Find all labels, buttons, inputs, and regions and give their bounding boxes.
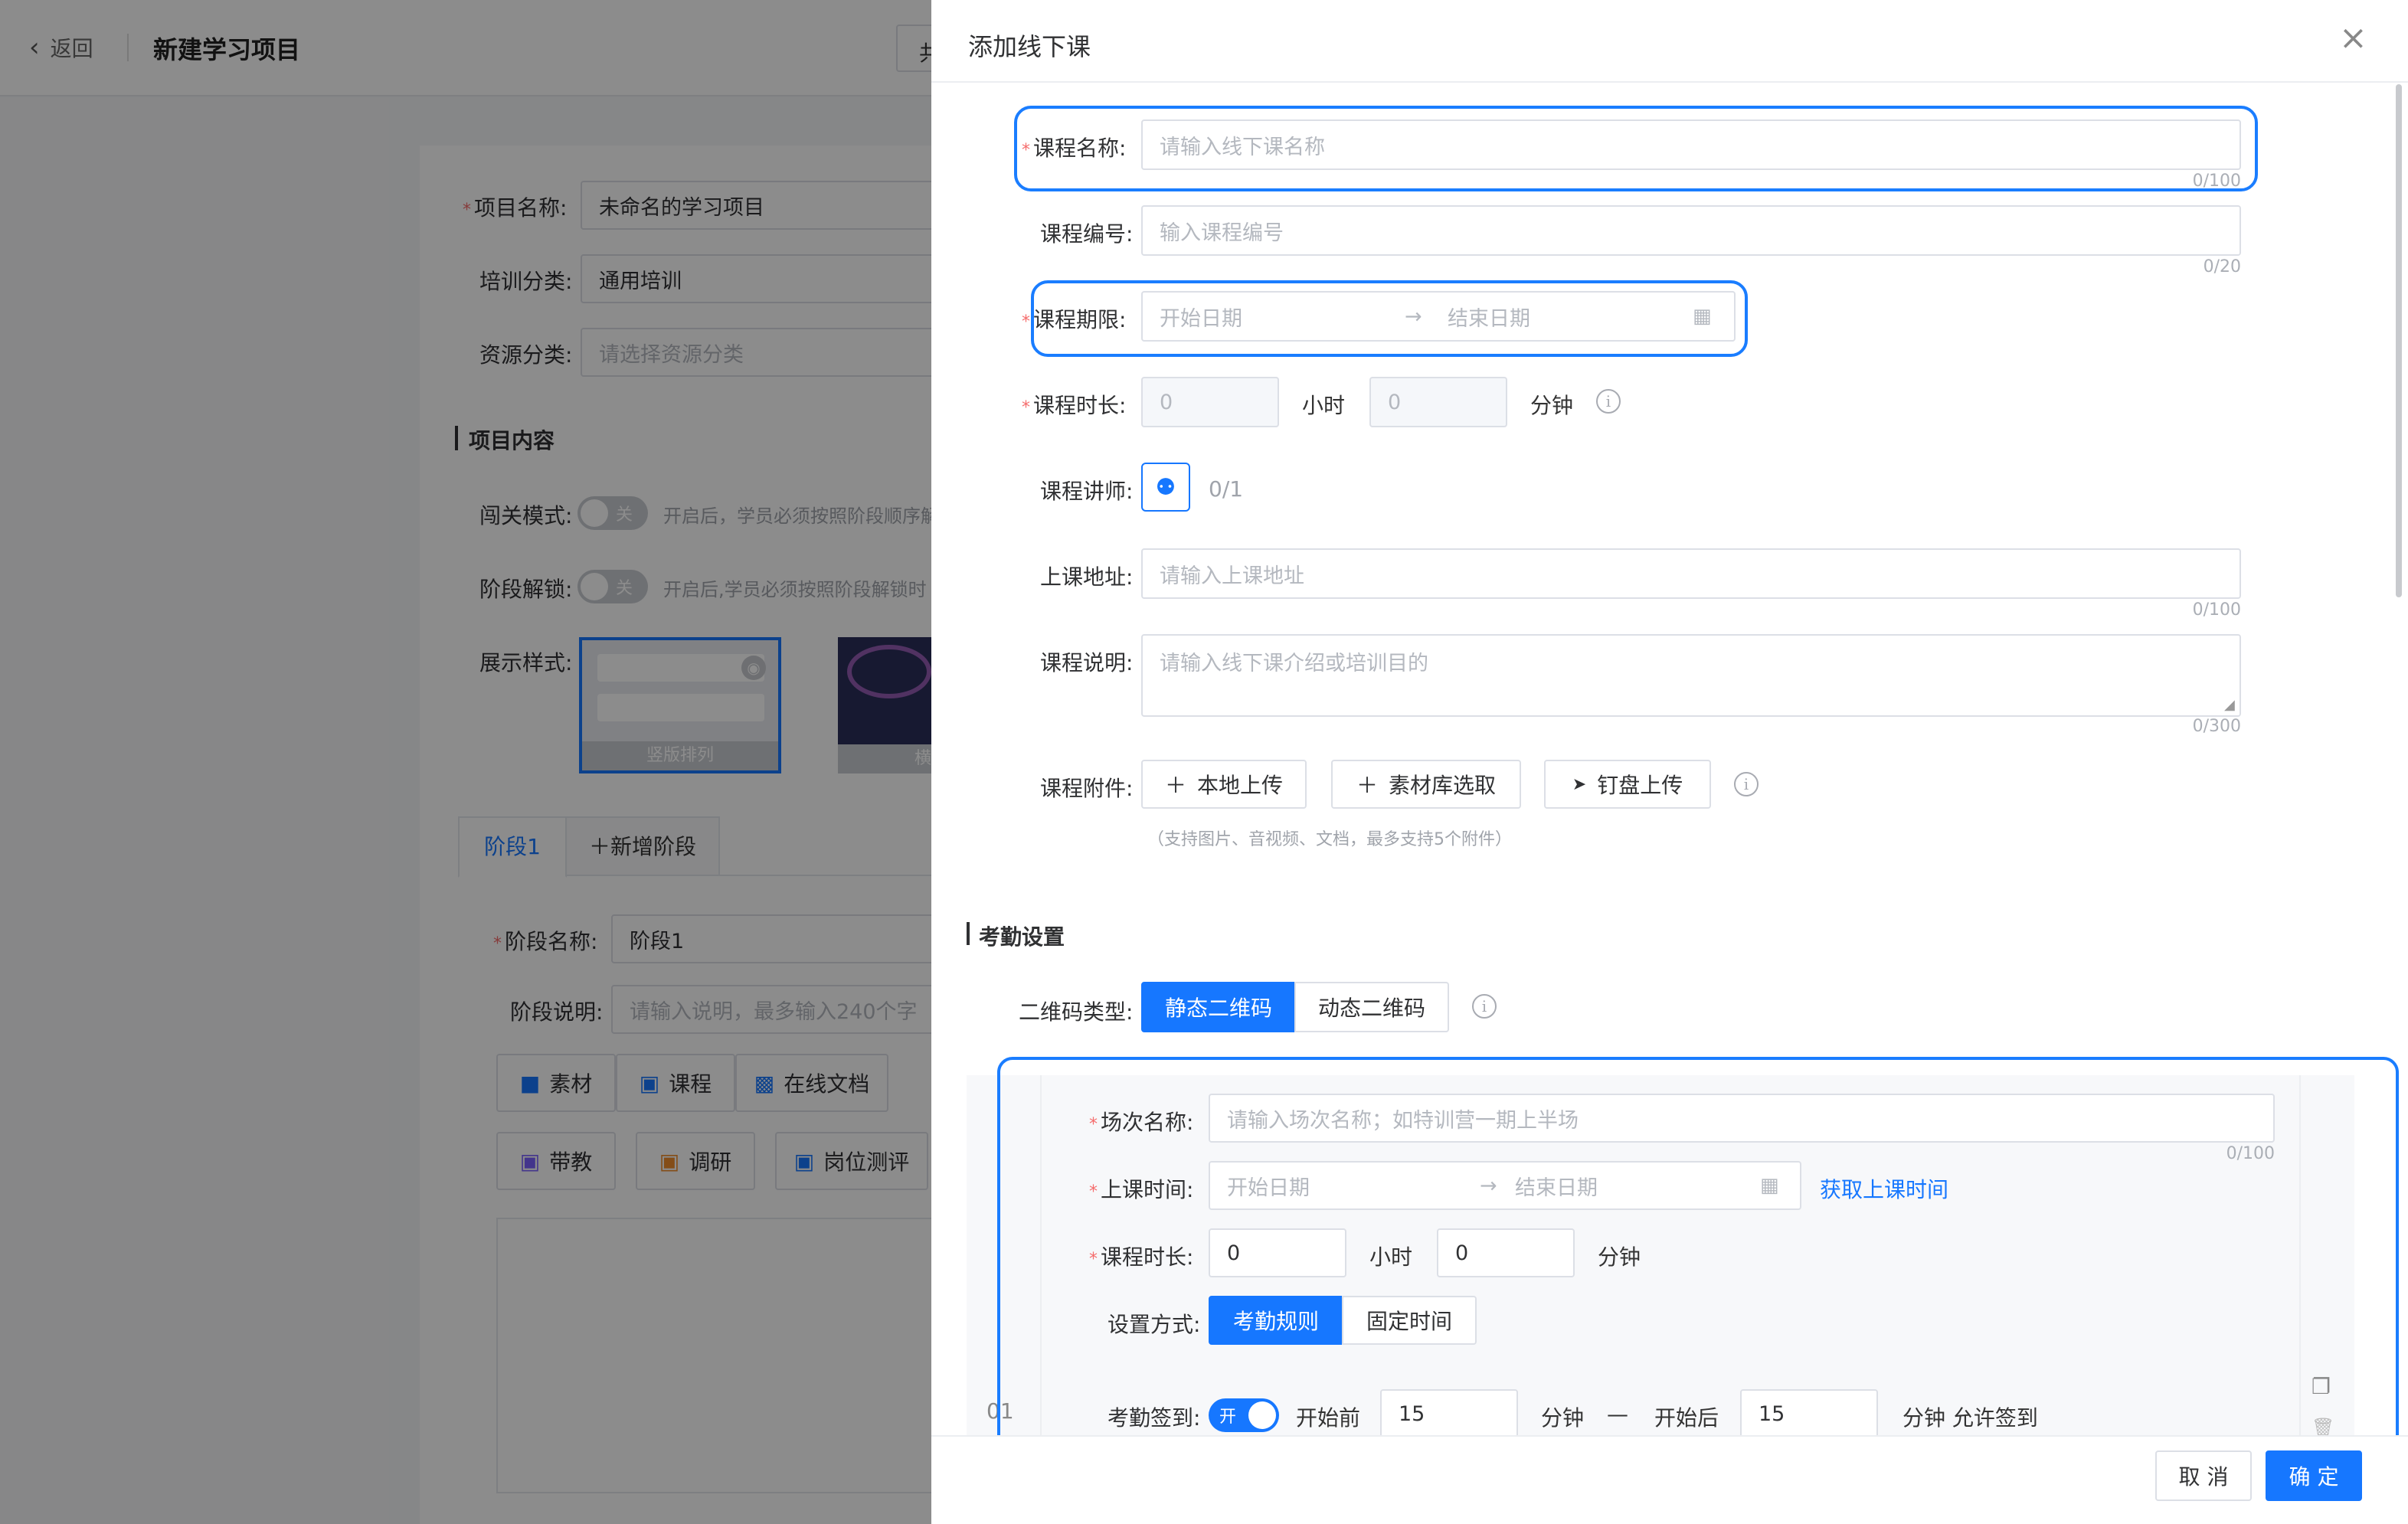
description-counter: 0/300 <box>2192 717 2241 736</box>
drawer-header: 添加线下课 × <box>931 0 2408 83</box>
info-icon[interactable]: i <box>1472 994 1497 1019</box>
hours-unit: 小时 <box>1302 393 1346 418</box>
button-label: 素材库选取 <box>1389 773 1497 798</box>
resize-handle-icon[interactable]: ◢ <box>2224 697 2235 713</box>
highlight-course-name <box>1014 106 2258 191</box>
course-code-input[interactable]: 输入课程编号 <box>1141 205 2241 256</box>
attachment-hint: （支持图片、音视频、文档，最多支持5个附件） <box>1147 830 1512 849</box>
overlay-mask <box>0 0 931 1524</box>
qr-static-button[interactable]: 静态二维码 <box>1141 982 1296 1032</box>
button-label: 本地上传 <box>1197 773 1284 798</box>
course-code-counter: 0/20 <box>2203 257 2241 276</box>
qr-type-label: 二维码类型: <box>1019 999 1134 1025</box>
add-teacher-button[interactable]: ⚉ <box>1141 463 1190 512</box>
highlight-session <box>997 1057 2399 1458</box>
scrollbar-thumb[interactable] <box>2396 84 2402 597</box>
teacher-label: 课程讲师: <box>1040 479 1134 504</box>
button-label: 钉盘上传 <box>1597 773 1683 798</box>
add-user-icon: ⚉ <box>1155 473 1176 501</box>
confirm-button[interactable]: 确 定 <box>2266 1450 2362 1501</box>
close-icon[interactable]: × <box>2339 21 2367 55</box>
library-select-button[interactable]: ＋ 素材库选取 <box>1331 760 1521 809</box>
course-code-label: 课程编号: <box>1040 221 1134 247</box>
drawer: 添加线下课 × * 课程名称: 请输入线下课名称 0/100 课程编号: 输入课程… <box>931 0 2408 1524</box>
dingpan-upload-button[interactable]: ➤ 钉盘上传 <box>1544 760 1711 809</box>
course-hours-input[interactable]: 0 <box>1141 377 1279 427</box>
plus-icon: ＋ <box>1356 773 1378 798</box>
description-label: 课程说明: <box>1040 650 1134 675</box>
course-duration-label: * 课程时长: <box>1022 393 1127 418</box>
local-upload-button[interactable]: ＋ 本地上传 <box>1141 760 1307 809</box>
address-counter: 0/100 <box>2192 600 2241 620</box>
cursor-icon: ➤ <box>1572 774 1587 794</box>
highlight-course-period <box>1031 280 1748 357</box>
attendance-bar <box>967 922 970 945</box>
cancel-button[interactable]: 取 消 <box>2155 1450 2252 1501</box>
attendance-title: 考勤设置 <box>979 924 1065 950</box>
description-textarea[interactable]: 请输入线下课介绍或培训目的 <box>1141 634 2241 717</box>
plus-icon: ＋ <box>1164 773 1186 798</box>
course-minutes-input[interactable]: 0 <box>1369 377 1507 427</box>
drawer-title: 添加线下课 <box>968 32 1091 61</box>
address-input[interactable]: 请输入上课地址 <box>1141 548 2241 599</box>
qr-dynamic-button[interactable]: 动态二维码 <box>1294 982 1449 1032</box>
minutes-unit: 分钟 <box>1530 393 1574 418</box>
address-label: 上课地址: <box>1040 564 1134 590</box>
teacher-count: 0/1 <box>1209 476 1244 502</box>
attachment-label: 课程附件: <box>1040 776 1134 801</box>
info-icon[interactable]: i <box>1734 772 1759 796</box>
info-icon[interactable]: i <box>1596 389 1621 414</box>
